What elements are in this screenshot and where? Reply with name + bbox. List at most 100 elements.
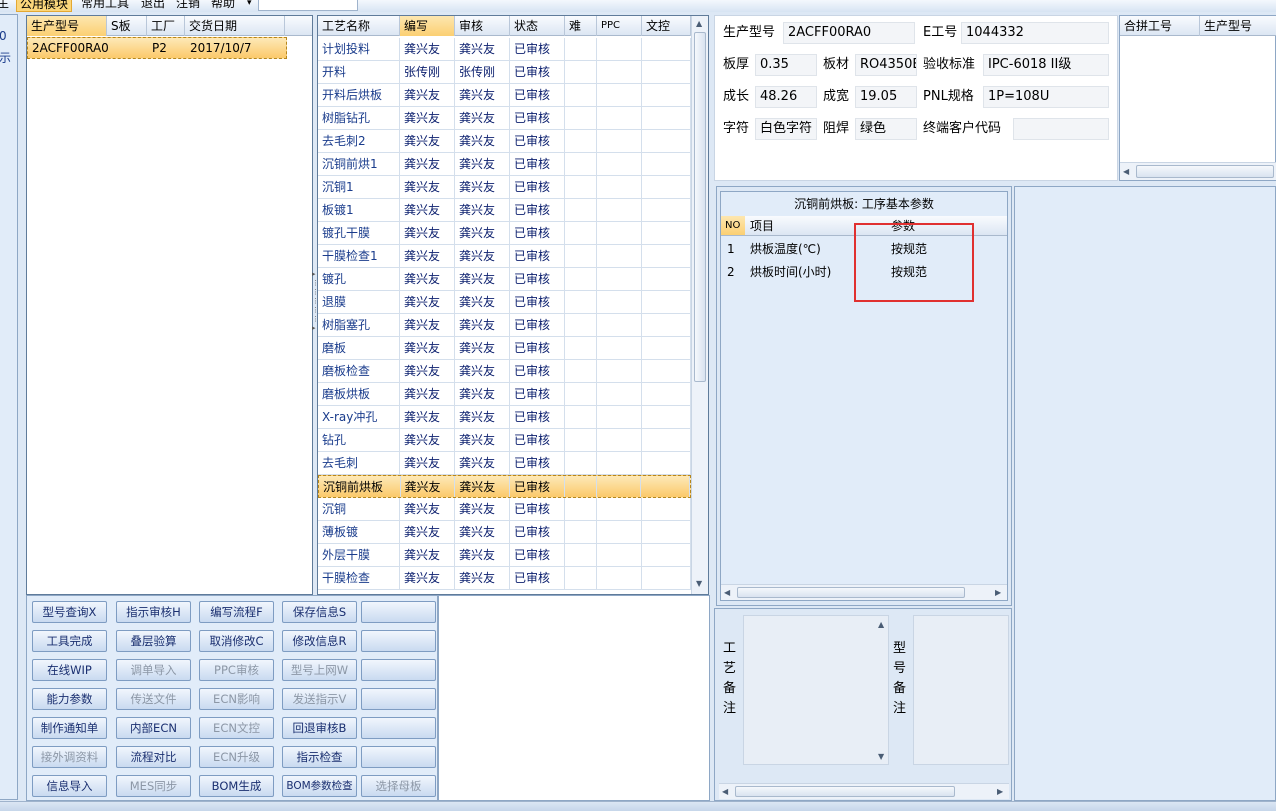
action-button[interactable]: 内部ECN [116,717,191,739]
scroll-right-icon[interactable]: ▶ [997,787,1003,797]
scrollbar-thumb[interactable] [737,587,965,598]
action-button[interactable] [361,746,436,768]
action-button[interactable]: 调单导入 [116,659,191,681]
process-scrollbar[interactable]: ▲ ▼ [691,16,708,594]
col-model[interactable]: 生产型号 [27,16,107,36]
col-s-board[interactable]: S板 [107,16,147,36]
table-row[interactable]: 磨板检查 龚兴友 龚兴友 已审核 [318,360,691,383]
table-row[interactable]: 2ACFF00RA0 P2 2017/10/7 [27,37,287,59]
table-row[interactable]: 计划投料 龚兴友 龚兴友 已审核 [318,38,691,61]
table-row[interactable]: 磨板 龚兴友 龚兴友 已审核 [318,337,691,360]
menu-item-exit[interactable]: 退出 [138,0,168,12]
menu-item-production[interactable]: 生 [0,0,12,12]
scroll-right-icon[interactable]: ▶ [995,588,1001,598]
action-button[interactable]: 指示检查 [282,746,357,768]
scrollbar-thumb[interactable] [694,32,706,382]
action-button[interactable]: 选择母板 [361,775,436,797]
char-field[interactable]: 白色字符 [755,118,817,140]
chevron-down-icon[interactable]: ▾ [244,0,255,12]
action-button[interactable]: 制作通知单 [32,717,107,739]
eno-field[interactable]: 1044332 [961,22,1109,44]
col-difficulty[interactable]: 难 [565,16,597,36]
col-doc-control[interactable]: 文控 [642,16,691,36]
action-button[interactable] [361,688,436,710]
scroll-left-icon[interactable]: ◀ [724,588,730,598]
table-row[interactable]: 干膜检查1 龚兴友 龚兴友 已审核 [318,245,691,268]
table-row[interactable]: 退膜 龚兴友 龚兴友 已审核 [318,291,691,314]
table-row[interactable]: 钻孔 龚兴友 龚兴友 已审核 [318,429,691,452]
action-button[interactable] [361,659,436,681]
action-button[interactable]: ECN影响 [199,688,274,710]
table-row[interactable]: 沉铜前烘1 龚兴友 龚兴友 已审核 [318,153,691,176]
table-row[interactable]: 沉铜 龚兴友 龚兴友 已审核 [318,498,691,521]
col-merge-no[interactable]: 合拼工号 [1120,16,1200,36]
table-row[interactable]: 薄板镀 龚兴友 龚兴友 已审核 [318,521,691,544]
action-button[interactable]: 工具完成 [32,630,107,652]
action-button[interactable]: BOM参数检查 [282,775,357,797]
model-remark-input[interactable] [913,615,1009,765]
remarks-hscrollbar[interactable]: ◀ ▶ [719,783,1009,799]
mask-field[interactable]: 绿色 [855,118,917,140]
col-merge-model[interactable]: 生产型号 [1200,16,1276,36]
menu-item-logout[interactable]: 注销 [173,0,203,12]
action-button[interactable]: 流程对比 [116,746,191,768]
material-field[interactable]: RO4350B [855,54,917,76]
length-field[interactable]: 48.26 [755,86,817,108]
left-strip-label-2[interactable]: 示 [0,49,11,66]
action-button[interactable]: 取消修改C [199,630,274,652]
table-row[interactable]: 开料后烘板 龚兴友 龚兴友 已审核 [318,84,691,107]
col-status[interactable]: 状态 [510,16,565,36]
action-button[interactable]: 发送指示V [282,688,357,710]
table-row[interactable]: 外层干膜 龚兴友 龚兴友 已审核 [318,544,691,567]
scroll-down-icon[interactable]: ▼ [878,752,884,762]
table-row[interactable]: X-ray冲孔 龚兴友 龚兴友 已审核 [318,406,691,429]
pnl-field[interactable]: 1P=108U [983,86,1109,108]
table-row[interactable]: 树脂塞孔 龚兴友 龚兴友 已审核 [318,314,691,337]
col-factory[interactable]: 工厂 [147,16,185,36]
model-field[interactable]: 2ACFF00RA0 [783,22,915,44]
scrollbar-thumb[interactable] [735,786,955,797]
action-button[interactable]: MES同步 [116,775,191,797]
col-delivery-date[interactable]: 交货日期 [185,16,285,36]
customer-field[interactable] [1013,118,1109,140]
action-button[interactable]: 修改信息R [282,630,357,652]
action-button[interactable]: 回退审核B [282,717,357,739]
table-row[interactable]: 镀孔干膜 龚兴友 龚兴友 已审核 [318,222,691,245]
scroll-left-icon[interactable]: ◀ [1123,167,1129,177]
action-button[interactable]: 接外调资料 [32,746,107,768]
action-button[interactable]: 信息导入 [32,775,107,797]
action-button[interactable]: ECN升级 [199,746,274,768]
action-button[interactable]: 能力参数 [32,688,107,710]
action-button[interactable]: 叠层验算 [116,630,191,652]
col-process-name[interactable]: 工艺名称 [318,16,400,36]
col-author[interactable]: 编写 [400,16,455,36]
table-row[interactable]: 镀孔 龚兴友 龚兴友 已审核 [318,268,691,291]
table-row[interactable]: 树脂钻孔 龚兴友 龚兴友 已审核 [318,107,691,130]
merge-hscrollbar[interactable]: ◀ [1120,162,1276,180]
table-row[interactable]: 板镀1 龚兴友 龚兴友 已审核 [318,199,691,222]
table-row[interactable]: 磨板烘板 龚兴友 龚兴友 已审核 [318,383,691,406]
standard-field[interactable]: IPC-6018 II级 [983,54,1109,76]
action-button[interactable] [361,717,436,739]
width-field[interactable]: 19.05 [855,86,917,108]
action-button[interactable]: ECN文控 [199,717,274,739]
col-no[interactable]: NO [721,216,745,235]
action-button[interactable]: 型号查询X [32,601,107,623]
thickness-field[interactable]: 0.35 [755,54,817,76]
col-ppc[interactable]: PPC [597,16,642,36]
col-reviewer[interactable]: 审核 [455,16,510,36]
params-hscrollbar[interactable]: ◀ ▶ [721,584,1007,600]
scroll-left-icon[interactable]: ◀ [722,787,728,797]
action-button[interactable]: 传送文件 [116,688,191,710]
menu-item-common-tools[interactable]: 常用工具 [78,0,132,12]
action-button[interactable]: 在线WIP [32,659,107,681]
table-row[interactable]: 沉铜1 龚兴友 龚兴友 已审核 [318,176,691,199]
action-button[interactable] [361,601,436,623]
scroll-down-icon[interactable]: ▼ [696,579,702,589]
action-button[interactable] [361,630,436,652]
action-button[interactable]: 保存信息S [282,601,357,623]
table-row[interactable]: 开料 张传刚 张传刚 已审核 [318,61,691,84]
scroll-up-icon[interactable]: ▲ [696,19,702,29]
action-button[interactable]: 指示审核H [116,601,191,623]
table-row[interactable]: 去毛刺2 龚兴友 龚兴友 已审核 [318,130,691,153]
